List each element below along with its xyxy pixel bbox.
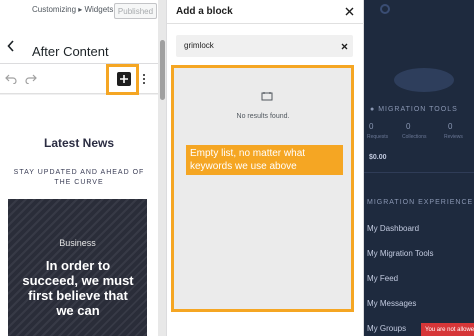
post-title[interactable]: In order to succeed, we must first belie… — [18, 258, 138, 318]
customizer-sidebar: Customizing ▸ Widgets After Content Publ… — [0, 0, 167, 336]
block-search-input[interactable]: grimlock — [176, 35, 353, 57]
balance-value: $0.00 — [369, 154, 387, 161]
undo-icon — [5, 74, 17, 84]
site-logo-icon — [380, 4, 390, 14]
menu-item-dashboard[interactable]: My Dashboard — [367, 224, 419, 233]
site-preview: ● MIGRATION TOOLS 0 0 0 Requests Collect… — [364, 0, 474, 336]
block-inserter-panel: Add a block grimlock No results found. E… — [167, 0, 364, 336]
inserter-title: Add a block — [176, 6, 233, 17]
menu-item-messages[interactable]: My Messages — [367, 299, 416, 308]
search-value: grimlock — [184, 41, 214, 50]
avatar — [394, 68, 454, 92]
error-badge: You are not allowed — [421, 323, 474, 336]
back-button[interactable] — [0, 28, 22, 64]
migration-tools-heading: ● MIGRATION TOOLS — [370, 106, 458, 113]
undo-button[interactable] — [4, 72, 18, 86]
widget-canvas: Latest News STAY UPDATED AND AHEAD OF TH… — [0, 95, 158, 336]
stat-requests: 0 — [369, 122, 374, 131]
latest-news-heading: Latest News — [43, 136, 115, 150]
close-icon — [345, 7, 353, 15]
close-inserter-button[interactable] — [343, 5, 355, 17]
stat-label-collections: Collections — [402, 134, 427, 140]
migration-experience-heading: MIGRATION EXPERIENCE — [367, 199, 474, 206]
stat-reviews: 0 — [448, 122, 453, 131]
scroll-thumb[interactable] — [160, 40, 165, 100]
customizer-scrollbar[interactable] — [158, 0, 166, 336]
migration-tools-icon: ● — [370, 106, 379, 113]
chevron-left-icon — [7, 40, 14, 52]
more-options-button[interactable] — [140, 72, 148, 86]
published-button[interactable]: Published — [114, 3, 157, 19]
section-title: After Content — [32, 44, 109, 59]
dot-icon — [143, 74, 145, 76]
menu-item-feed[interactable]: My Feed — [367, 274, 398, 283]
results-highlight-box — [171, 65, 354, 312]
inserter-header: Add a block — [167, 0, 364, 24]
dot-icon — [143, 78, 145, 80]
latest-news-subheading: STAY UPDATED AND AHEAD OF THE CURVE — [13, 169, 145, 186]
clear-search-button[interactable] — [339, 40, 349, 52]
stat-label-requests: Requests — [367, 134, 389, 140]
post-category[interactable]: Business — [0, 238, 155, 248]
redo-button[interactable] — [24, 72, 38, 86]
stat-collections: 0 — [406, 122, 411, 131]
inserter-highlight-box — [106, 64, 139, 95]
menu-item-migration-tools[interactable]: My Migration Tools — [367, 249, 434, 258]
close-icon — [341, 43, 347, 49]
divider — [364, 172, 474, 173]
breadcrumb: Customizing ▸ Widgets — [32, 5, 114, 14]
menu-item-groups[interactable]: My Groups — [367, 324, 406, 333]
dot-icon — [143, 82, 145, 84]
customizer-header: Customizing ▸ Widgets After Content Publ… — [0, 0, 166, 64]
stat-label-reviews: Reviews — [444, 134, 463, 140]
redo-icon — [25, 74, 37, 84]
